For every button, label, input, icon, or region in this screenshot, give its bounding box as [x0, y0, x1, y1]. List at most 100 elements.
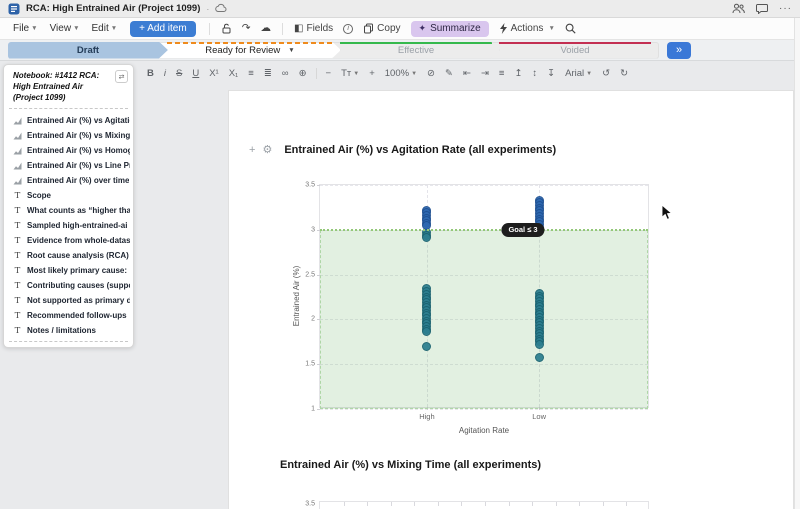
document-title: RCA: High Entrained Air (Project 1099): [26, 3, 200, 14]
superscript-button[interactable]: X¹: [204, 66, 224, 81]
menu-view[interactable]: View▼: [45, 21, 85, 36]
vertical-align-middle-button[interactable]: ↕: [527, 66, 542, 81]
copy-button[interactable]: Copy: [359, 21, 404, 36]
actions-menu[interactable]: Actions ▼: [495, 21, 559, 36]
workflow-advance-button[interactable]: »: [667, 42, 691, 59]
comments-icon[interactable]: [756, 3, 768, 14]
copy-icon: [363, 23, 374, 34]
y-tick-label: 3.5: [305, 501, 315, 508]
sidebar-item[interactable]: TSampled high-entrained-ai: [4, 218, 133, 233]
search-icon[interactable]: [561, 21, 580, 36]
info-icon[interactable]: i: [339, 22, 357, 36]
workflow-stage-draft[interactable]: Draft: [8, 42, 168, 59]
align-right-button[interactable]: ⇥: [476, 66, 494, 81]
workflow-stage-label: Ready for Review: [205, 45, 280, 56]
sidebar-item-label: Most likely primary cause:: [27, 266, 127, 275]
workflow-stage-effective[interactable]: Effective: [332, 42, 500, 59]
strikethrough-button[interactable]: S: [171, 66, 187, 81]
workflow-stage-voided[interactable]: Voided: [491, 42, 659, 59]
caret-down-icon: ▼: [353, 71, 359, 77]
increase-font-size-button[interactable]: +: [364, 66, 380, 81]
sidebar-item-label: Not supported as primary d: [27, 296, 130, 305]
main-area: BiSUX¹X₁≡≣∞⊕−Tт▼+100%▼⊘✎⇤⇥≡↥↕↧Arial▼↺↻ N…: [0, 61, 800, 509]
x-grid-tick: [579, 502, 580, 506]
sidebar-item[interactable]: Entrained Air (%) vs Homog: [4, 143, 133, 158]
unlock-icon[interactable]: [217, 21, 236, 36]
sidebar-item[interactable]: Entrained Air (%) vs Agitation: [4, 113, 133, 128]
scrollbar-track[interactable]: [794, 18, 800, 509]
add-block-icon[interactable]: +: [249, 145, 255, 156]
fields-icon: ◧: [294, 23, 303, 34]
sidebar-item-label: What counts as “higher tha: [27, 206, 130, 215]
chart-settings-icon[interactable]: ⚙: [262, 145, 272, 156]
more-options-icon[interactable]: ···: [779, 4, 792, 14]
align-left-button[interactable]: ⇤: [458, 66, 476, 81]
x-grid-tick: [509, 502, 510, 506]
chart-2-plot: 3.5: [319, 501, 649, 509]
workflow-stage-label: Effective: [398, 45, 434, 56]
goal-badge: Goal ≤ 3: [501, 223, 544, 237]
menu-edit[interactable]: Edit▼: [87, 21, 123, 36]
sidebar-item[interactable]: Entrained Air (%) vs Line Pr: [4, 158, 133, 173]
vertical-align-bottom-button[interactable]: ↧: [542, 66, 560, 81]
chart-icon: [13, 177, 22, 185]
caret-down-icon: ▼: [73, 25, 79, 32]
sidebar-item[interactable]: TContributing causes (suppo: [4, 278, 133, 293]
add-item-button[interactable]: + Add item: [130, 21, 196, 37]
italic-button[interactable]: i: [159, 66, 171, 81]
highlight-button[interactable]: ✎: [440, 66, 458, 81]
sidebar-item[interactable]: TMost likely primary cause:: [4, 263, 133, 278]
fields-button[interactable]: ◧ Fields: [290, 21, 337, 36]
x-grid-tick: [391, 502, 392, 506]
decrease-font-size-button[interactable]: −: [321, 66, 337, 81]
sidebar-item[interactable]: TScope: [4, 188, 133, 203]
cloud-upload-icon[interactable]: ☁: [257, 21, 276, 36]
outline-footer: [4, 342, 133, 347]
justify-button[interactable]: ≡: [494, 66, 510, 81]
undo-button[interactable]: ↺: [597, 66, 615, 81]
sidebar-item[interactable]: TWhat counts as “higher tha: [4, 203, 133, 218]
collaborators-icon[interactable]: [732, 3, 745, 14]
sidebar-item[interactable]: Entrained Air (%) vs Mixing: [4, 128, 133, 143]
workflow-stage-ready-for-review[interactable]: Ready for Review▼: [159, 42, 341, 59]
y-tick-mark: [317, 185, 320, 186]
expand-panel-icon[interactable]: ⇄: [115, 70, 128, 83]
sidebar-item-label: Entrained Air (%) vs Agitation: [27, 116, 130, 125]
x-grid-tick: [485, 502, 486, 506]
y-tick-label: 1.5: [305, 361, 315, 368]
add-comment-button[interactable]: ⊕: [294, 66, 312, 81]
sidebar-item[interactable]: Entrained Air (%) over time: [4, 173, 133, 188]
font-family-button[interactable]: Arial▼: [560, 66, 597, 81]
sidebar-item[interactable]: TRecommended follow-ups: [4, 308, 133, 323]
unsaved-dot: ·: [206, 4, 209, 14]
text-color-button[interactable]: ⊘: [422, 66, 440, 81]
font-size-button[interactable]: Tт▼: [336, 66, 364, 81]
numbered-list-button[interactable]: ≣: [259, 66, 277, 81]
workflow-stage-label: Draft: [77, 45, 99, 56]
chart-icon: [13, 147, 22, 155]
sidebar-item-label: Scope: [27, 191, 51, 200]
sidebar-item[interactable]: TEvidence from whole-datas: [4, 233, 133, 248]
notebook-outline-panel: Notebook: #1412 RCA: High Entrained Air …: [3, 64, 134, 348]
redo-button[interactable]: ↻: [615, 66, 633, 81]
summarize-button[interactable]: ✦ Summarize: [411, 21, 489, 37]
vertical-align-top-button[interactable]: ↥: [509, 66, 527, 81]
share-icon[interactable]: ↷: [238, 21, 255, 36]
bold-button[interactable]: B: [142, 66, 159, 81]
caret-down-icon: ▼: [548, 25, 554, 32]
link-button[interactable]: ∞: [277, 66, 294, 81]
chart-1-title-row: + ⚙ Entrained Air (%) vs Agitation Rate …: [249, 144, 556, 156]
zoom-level-button[interactable]: 100%▼: [380, 66, 422, 81]
chart-2-title: Entrained Air (%) vs Mixing Time (all ex…: [280, 459, 541, 471]
underline-button[interactable]: U: [187, 66, 204, 81]
bullet-list-button[interactable]: ≡: [243, 66, 259, 81]
text-icon: T: [13, 326, 22, 336]
sidebar-item-label: Root cause analysis (RCA): [27, 251, 129, 260]
sidebar-item[interactable]: TNotes / limitations: [4, 323, 133, 338]
sidebar-item-label: Entrained Air (%) over time: [27, 176, 129, 185]
sidebar-item[interactable]: TRoot cause analysis (RCA): [4, 248, 133, 263]
menu-file[interactable]: File▼: [8, 21, 43, 36]
sidebar-item[interactable]: TNot supported as primary d: [4, 293, 133, 308]
subscript-button[interactable]: X₁: [224, 66, 244, 81]
text-icon: T: [13, 221, 22, 231]
